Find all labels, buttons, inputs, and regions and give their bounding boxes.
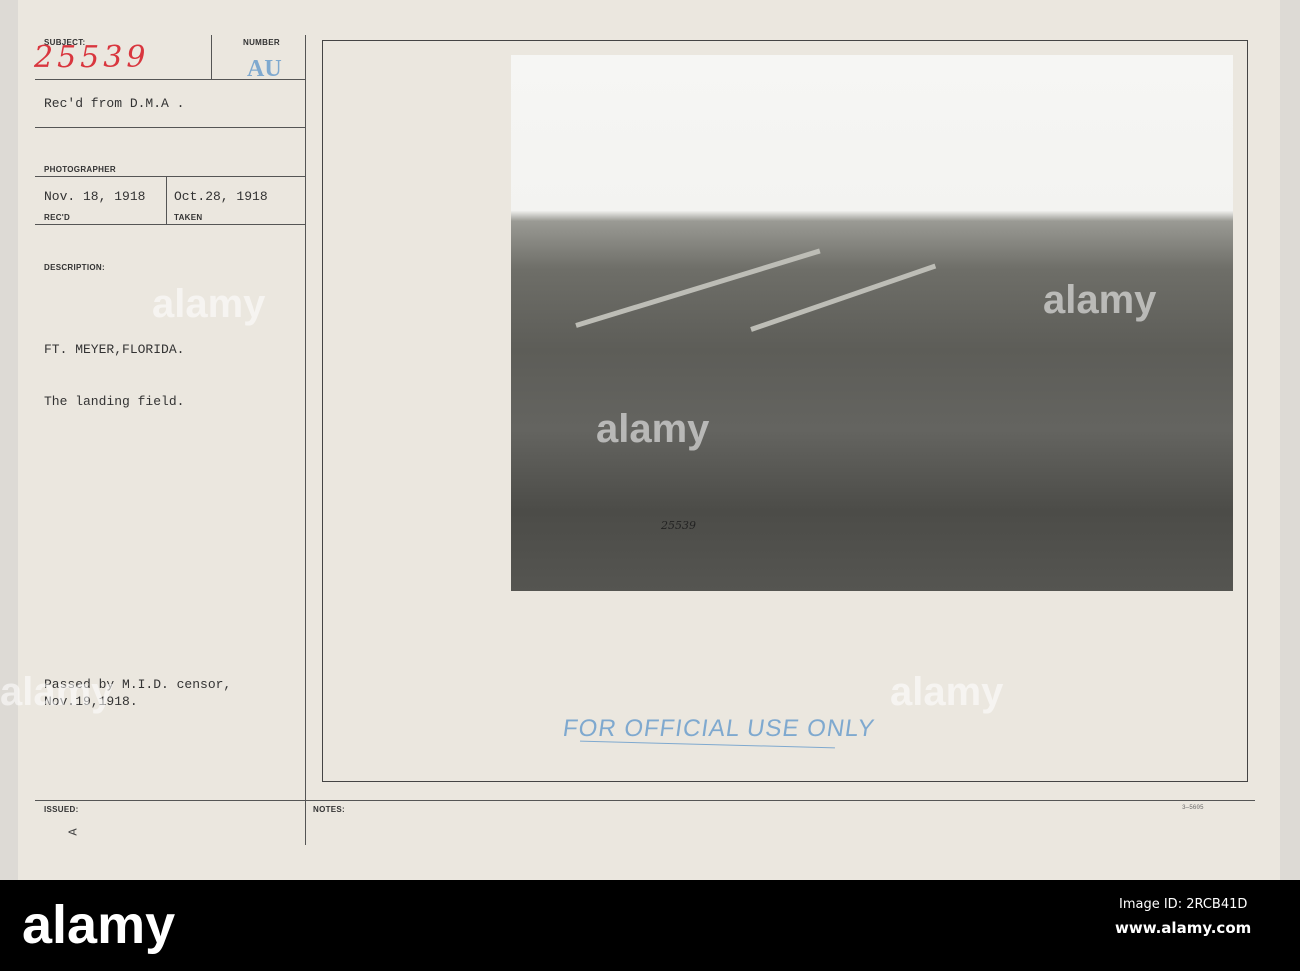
landing-field-photo: 25539	[511, 55, 1233, 591]
rule	[35, 127, 305, 128]
watermark: alamy	[1043, 278, 1157, 322]
taken-date: Oct.28, 1918	[174, 189, 268, 204]
caption: The landing field.	[44, 394, 185, 409]
description-label: DESCRIPTION:	[44, 263, 105, 272]
photo-number: 25539	[661, 519, 696, 532]
number-label: NUMBER	[243, 38, 280, 47]
runway-strip	[750, 263, 937, 332]
subject-divider	[211, 35, 212, 80]
location: FT. MEYER,FLORIDA.	[44, 342, 185, 357]
date-divider	[166, 176, 167, 224]
watermark: alamy	[596, 407, 710, 451]
watermark: alamy	[890, 670, 1004, 714]
issued-mark: A	[66, 828, 81, 836]
bottom-rule	[35, 800, 1255, 801]
rule	[35, 176, 305, 177]
received-label: REC'D	[44, 213, 71, 222]
rule	[35, 224, 305, 225]
taken-label: TAKEN	[174, 213, 203, 222]
footer-bar: alamy Image ID: 2RCB41D www.alamy.com	[0, 880, 1300, 971]
received-from: Rec'd from D.M.A .	[44, 96, 185, 111]
subject-number: 25539	[34, 40, 150, 75]
alamy-url[interactable]: www.alamy.com	[1115, 919, 1251, 937]
number-value: AU	[247, 56, 282, 82]
image-id: Image ID: 2RCB41D	[1119, 897, 1248, 912]
alamy-logo: alamy	[22, 895, 176, 955]
notes-label: NOTES:	[313, 805, 346, 814]
form-number: 3—5605	[1182, 804, 1204, 811]
official-use-stamp: FOR OFFICIAL USE ONLY	[561, 715, 877, 742]
watermark: alamy	[0, 670, 114, 714]
photographer-label: PHOTOGRAPHER	[44, 165, 116, 174]
received-date: Nov. 18, 1918	[44, 189, 146, 204]
issued-label: ISSUED:	[44, 805, 79, 814]
watermark: alamy	[152, 282, 266, 326]
column-divider	[305, 35, 306, 845]
